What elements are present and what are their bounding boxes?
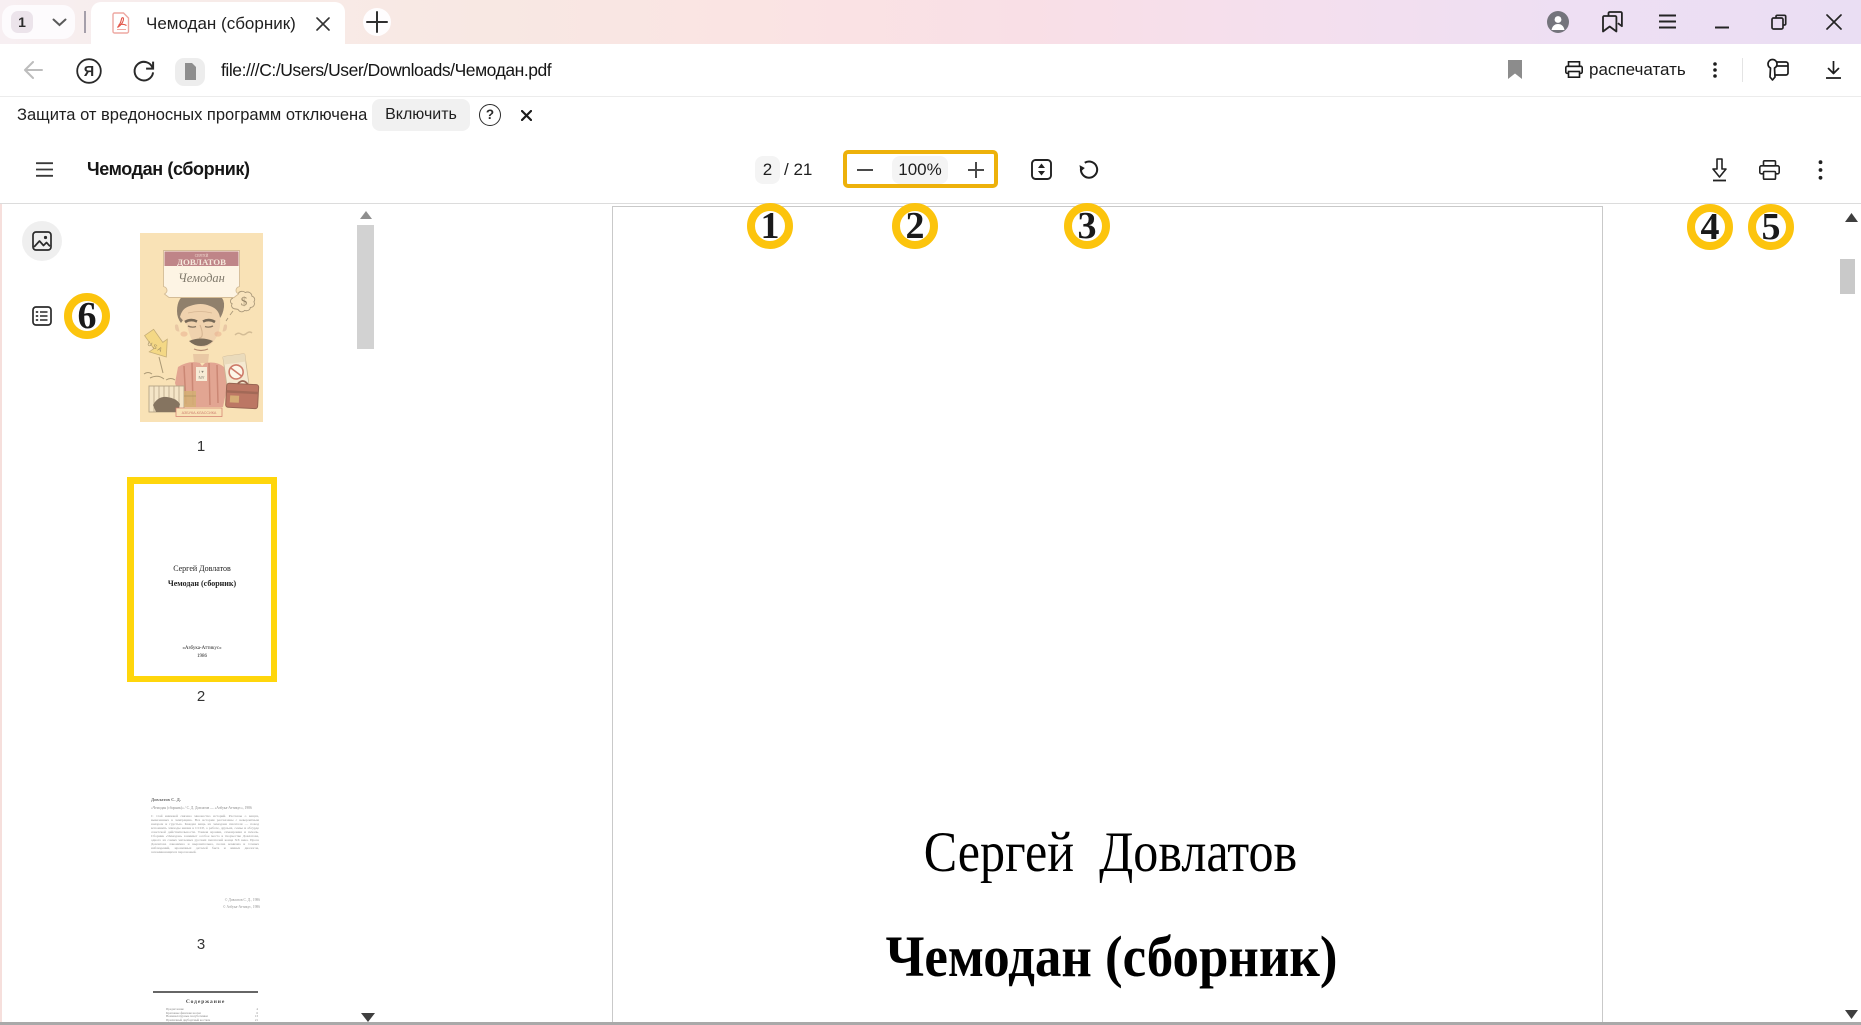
- svg-text:Я: Я: [84, 64, 94, 80]
